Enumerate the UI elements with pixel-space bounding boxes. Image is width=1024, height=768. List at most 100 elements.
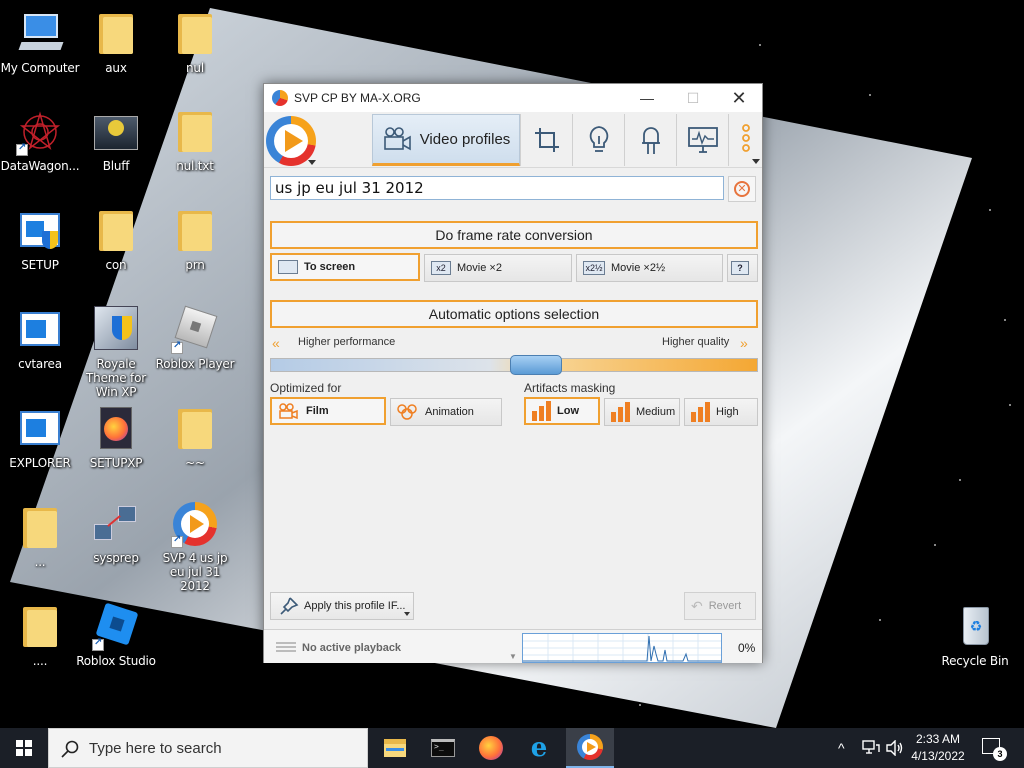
desktop-icon-label: SETUP	[21, 258, 59, 272]
taskbar-internet-explorer[interactable]: e	[515, 728, 563, 768]
tab-monitor[interactable]	[676, 114, 728, 166]
film-button[interactable]: Film	[270, 397, 386, 425]
artifacts-low-button[interactable]: Low	[524, 397, 600, 425]
dropdown-arrow-icon	[308, 160, 316, 165]
to-screen-button[interactable]: To screen	[270, 253, 420, 281]
clock-date: 4/13/2022	[911, 749, 965, 763]
taskbar-search-box[interactable]: Type here to search	[48, 728, 368, 768]
desktop-icon-setup[interactable]: SETUP	[0, 207, 80, 272]
title-bar[interactable]: SVP CP BY MA-X.ORG — ☐ ✕	[264, 84, 762, 112]
desktop-icon-con[interactable]: con	[76, 207, 156, 272]
search-placeholder: Type here to search	[89, 740, 222, 757]
apply-profile-if-button[interactable]: Apply this profile IF...	[270, 592, 414, 620]
datawagon-icon	[16, 108, 64, 156]
level-bars-medium-icon	[611, 402, 630, 422]
notification-icon: 3	[982, 738, 1007, 761]
desktop-icon-label: Recycle Bin	[941, 654, 1009, 668]
tab-crop[interactable]	[520, 114, 572, 166]
screen-icon	[278, 260, 298, 274]
notification-center-button[interactable]: 3	[982, 738, 1007, 761]
revert-button[interactable]: ↶ Revert	[684, 592, 756, 620]
bluff-image-icon	[92, 108, 140, 156]
clear-profile-name-button[interactable]: ✕	[728, 176, 756, 202]
firefox-file-icon	[92, 405, 140, 453]
desktop-icon-tilde[interactable]: ~~	[155, 405, 235, 470]
automatic-options-button[interactable]: Automatic options selection	[270, 300, 758, 328]
desktop-icon-explorer[interactable]: EXPLORER	[0, 405, 80, 470]
svp-logo-icon	[272, 90, 288, 106]
window-icon	[16, 405, 64, 453]
desktop-icon-setupxp[interactable]: SETUPXP	[76, 405, 156, 470]
desktop-icon-recycle-bin[interactable]: ♻ Recycle Bin	[935, 603, 1015, 668]
desktop-icon-roblox-studio[interactable]: Roblox Studio	[76, 602, 156, 668]
cpu-usage-graph	[522, 633, 722, 663]
desktop-icon-dots[interactable]: ...	[0, 504, 80, 569]
desktop-icon-bluff[interactable]: Bluff	[76, 108, 156, 173]
frame-rate-conversion-button[interactable]: Do frame rate conversion	[270, 221, 758, 249]
tab-led[interactable]	[624, 114, 676, 166]
close-button[interactable]: ✕	[716, 84, 762, 112]
desktop-icon-label: DataWagon...	[0, 159, 80, 173]
low-label: Low	[557, 405, 579, 417]
taskbar-file-explorer[interactable]	[371, 728, 419, 768]
start-button[interactable]	[0, 728, 48, 768]
desktop-icon-svp4[interactable]: SVP 4 us jp eu jul 31 2012	[155, 500, 235, 593]
desktop-icon-sysprep[interactable]: sysprep	[76, 500, 156, 565]
desktop-icon-prn[interactable]: prn	[155, 207, 235, 272]
toolbar: Video profiles	[264, 112, 762, 168]
dropdown-arrow-icon	[752, 159, 760, 164]
desktop-icon-label: nul.txt	[176, 159, 214, 173]
desktop-icon-label: EXPLORER	[9, 456, 71, 470]
movie-x25-button[interactable]: x2½ Movie ×2½	[576, 254, 723, 282]
desktop-icon-aux[interactable]: aux	[76, 10, 156, 75]
level-bars-high-icon	[691, 402, 710, 422]
animation-label: Animation	[425, 406, 474, 418]
tab-video-profiles[interactable]: Video profiles	[372, 114, 520, 166]
quality-slider-thumb[interactable]	[509, 355, 562, 375]
crop-icon	[534, 128, 559, 152]
firefox-icon	[479, 736, 503, 760]
maximize-button[interactable]: ☐	[670, 84, 716, 112]
desktop-icon-roblox-player[interactable]: Roblox Player	[155, 305, 235, 371]
dropdown-arrow-icon	[404, 612, 410, 616]
desktop-icon-four-dots[interactable]: ....	[0, 603, 80, 668]
taskbar-clock[interactable]: 2:33 AM 4/13/2022	[906, 731, 970, 765]
desktop-icon-label: sysprep	[93, 551, 139, 565]
taskbar-svp[interactable]	[566, 728, 614, 768]
show-hidden-icons-button[interactable]: ^	[838, 740, 845, 756]
more-options-button[interactable]	[728, 114, 762, 166]
desktop-icon-label: My Computer	[0, 61, 80, 75]
desktop-icon-cvtarea[interactable]: cvtarea	[0, 306, 80, 371]
desktop-icon-datawagon[interactable]: DataWagon...	[0, 108, 80, 173]
desktop-icon-nul-txt[interactable]: nul.txt	[155, 108, 235, 173]
desktop-icon-my-computer[interactable]: My Computer	[0, 10, 80, 75]
film-label: Film	[306, 405, 329, 417]
internet-explorer-icon: e	[530, 733, 548, 763]
network-icon[interactable]	[862, 740, 880, 759]
profile-name-input[interactable]	[270, 176, 724, 200]
movie-x2-button[interactable]: x2 Movie ×2	[424, 254, 572, 282]
desktop-icon-royale-theme[interactable]: Royale Theme for Win XP	[76, 306, 156, 399]
taskbar-firefox[interactable]	[467, 728, 515, 768]
revert-label: Revert	[708, 600, 742, 612]
double-arrow-left-icon: «	[272, 335, 280, 351]
other-mode-button[interactable]: ?	[727, 254, 758, 282]
artifacts-high-button[interactable]: High	[684, 398, 758, 426]
recycle-bin-icon: ♻	[951, 603, 999, 651]
monitor-graph-icon	[687, 127, 718, 153]
close-circle-icon: ✕	[734, 181, 750, 197]
svp-main-menu-button[interactable]	[266, 116, 316, 166]
question-screen-icon: ?	[731, 261, 749, 275]
taskbar-command-prompt[interactable]: >_	[419, 728, 467, 768]
tab-lightbulb[interactable]	[572, 114, 624, 166]
desktop-icon-nul[interactable]: nul	[155, 10, 235, 75]
artifacts-medium-button[interactable]: Medium	[604, 398, 680, 426]
dropdown-arrow-icon[interactable]: ▼	[509, 652, 517, 661]
volume-icon[interactable]	[886, 739, 904, 759]
led-icon	[641, 127, 660, 154]
desktop-icon-label: ...	[34, 555, 46, 569]
animation-button[interactable]: Animation	[390, 398, 502, 426]
playback-list-icon	[276, 642, 296, 652]
minimize-button[interactable]: —	[624, 84, 670, 112]
clock-time: 2:33 AM	[915, 732, 961, 746]
